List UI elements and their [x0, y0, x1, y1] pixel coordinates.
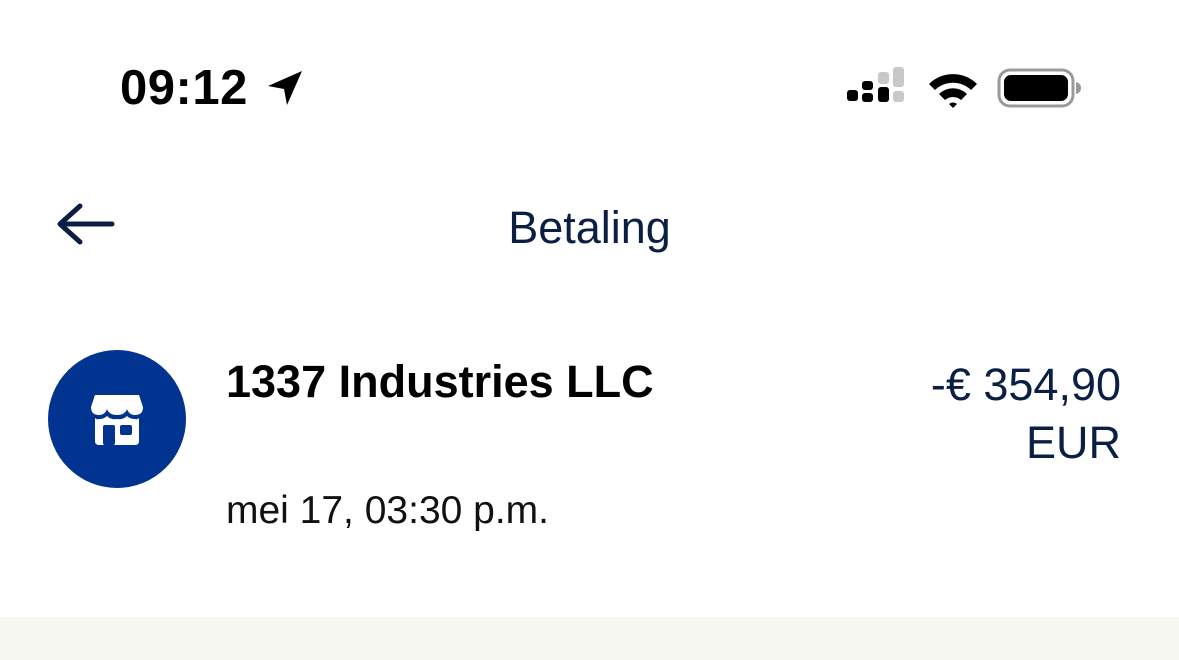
page-header: Betaling — [0, 180, 1179, 280]
wifi-icon — [929, 74, 977, 108]
amount-currency: EUR — [1025, 417, 1121, 468]
cellular-signal-icon — [847, 67, 904, 102]
location-arrow-icon — [268, 71, 302, 105]
status-time: 09:12 — [120, 61, 248, 115]
battery-icon — [997, 68, 1081, 108]
store-icon — [91, 395, 143, 445]
amount-value: -€ 354,90 — [930, 359, 1121, 410]
merchant-avatar — [48, 350, 186, 488]
section-divider — [0, 617, 1179, 660]
transaction-datetime: mei 17, 03:30 p.m. — [226, 489, 550, 532]
status-bar: 09:12 — [0, 0, 1179, 150]
page-title: Betaling — [508, 202, 671, 253]
merchant-name: 1337 Industries LLC — [226, 356, 654, 407]
transaction-amount: -€ 354,90 EUR — [931, 356, 1121, 472]
